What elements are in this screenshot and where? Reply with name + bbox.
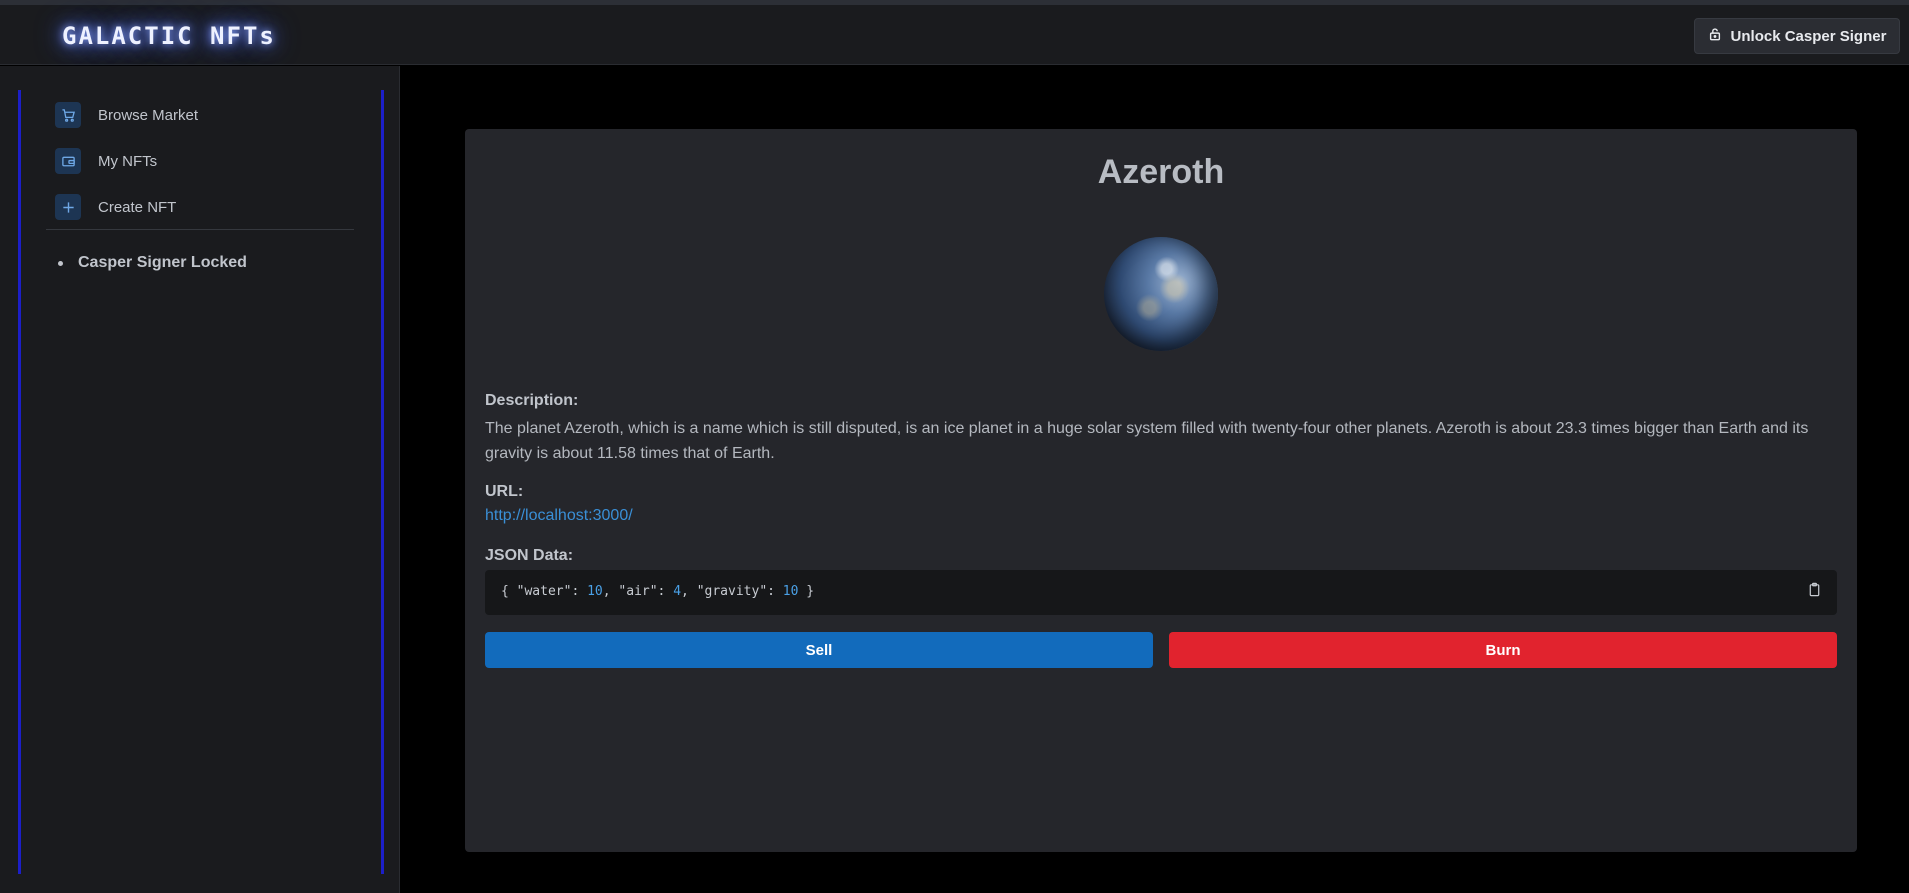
app-header: GALACTIC NFTs Unlock Casper Signer [0,5,1909,65]
nft-description: The planet Azeroth, which is a name whic… [485,420,1809,462]
sidebar-item-label: Create NFT [98,198,177,216]
sell-button[interactable]: Sell [485,632,1153,668]
unlock-button-label: Unlock Casper Signer [1730,27,1887,45]
json-code-text: { "water": 10, "air": 4, "gravity": 10 } [501,584,815,599]
sidebar-item-my-nfts[interactable]: My NFTs [55,147,355,175]
nft-planet-image [1104,237,1218,351]
signer-status-text: Casper Signer Locked [78,254,247,271]
bullet-icon [58,260,63,266]
unlock-casper-signer-button[interactable]: Unlock Casper Signer [1694,18,1900,54]
copy-json-button[interactable] [1805,582,1823,602]
url-label: URL: [485,483,524,500]
sidebar-item-label: Browse Market [98,106,199,124]
nft-title: Azeroth [1097,153,1225,191]
nft-detail-card: Azeroth Description: The planet Azeroth,… [465,129,1857,852]
nft-url-link[interactable]: http://localhost:3000/ [485,507,633,525]
plus-icon [55,194,81,220]
clipboard-icon [1807,582,1822,602]
sidebar-divider [46,229,354,230]
sidebar: Browse Market My NFTs Create NFT Casper … [0,66,400,893]
cart-icon [55,102,81,128]
burn-button[interactable]: Burn [1169,632,1837,668]
sidebar-item-create-nft[interactable]: Create NFT [55,193,355,221]
json-data-label: JSON Data: [485,547,574,564]
app-logo[interactable]: GALACTIC NFTs [62,22,276,50]
description-label: Description: [485,392,579,409]
sidebar-item-label: My NFTs [98,152,158,170]
sidebar-item-browse-market[interactable]: Browse Market [55,101,355,129]
unlock-icon [1708,27,1722,45]
signer-status: Casper Signer Locked [58,254,247,272]
wallet-icon [55,148,81,174]
json-code-block: { "water": 10, "air": 4, "gravity": 10 } [485,570,1837,615]
